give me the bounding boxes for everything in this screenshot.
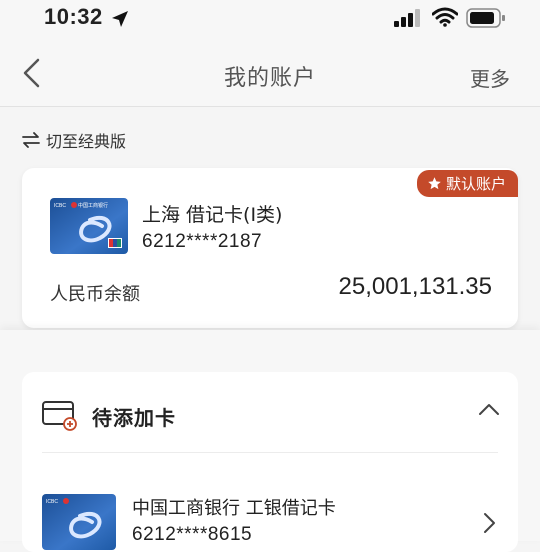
status-time: 10:32 <box>44 4 103 29</box>
cellular-signal-icon <box>394 9 420 27</box>
default-account-badge: 默认账户 <box>416 170 518 197</box>
balance-label: 人民币余额 <box>50 284 140 305</box>
chevron-up-icon[interactable] <box>478 402 500 416</box>
star-icon <box>428 177 441 190</box>
switch-classic-label: 切至经典版 <box>46 132 127 151</box>
location-arrow-icon <box>112 11 128 27</box>
pending-card-name: 中国工商银行 工银借记卡 <box>132 498 336 519</box>
page-title: 我的账户 <box>223 66 316 91</box>
swap-arrows-icon <box>22 132 40 148</box>
bank-card-image: ICBC <box>42 494 116 550</box>
switch-classic-button[interactable]: 切至经典版 <box>22 129 126 151</box>
nav-header: 我的账户 更多 <box>0 38 540 107</box>
bank-card-image: ICBC 中国工商银行 <box>50 198 128 254</box>
status-bar: 10:32 <box>0 0 540 38</box>
badge-label: 默认账户 <box>445 175 506 193</box>
account-number: 6212****2187 <box>142 231 263 252</box>
more-button[interactable]: 更多 <box>470 63 510 92</box>
balance-value: 25,001,131.35 <box>338 273 492 300</box>
account-name: 上海 借记卡(Ⅰ类) <box>142 204 283 226</box>
chevron-right-icon[interactable] <box>482 512 496 534</box>
svg-text:ICBC: ICBC <box>54 203 66 209</box>
pending-card-number: 6212****8615 <box>132 524 253 545</box>
pending-cards-section: 待添加卡 ICBC 中国工商银行 工银借记卡 6212****8615 <box>22 372 518 552</box>
section-divider <box>42 452 498 453</box>
section-title: 待添加卡 <box>92 406 176 430</box>
battery-icon <box>466 8 505 28</box>
wifi-icon <box>432 7 458 27</box>
card-brand-text: 中国工商银行 <box>78 202 108 209</box>
add-card-icon <box>42 401 77 431</box>
default-account-card[interactable]: 默认账户 ICBC 中国工商银行 上海 借记卡(Ⅰ类) 6212****2187… <box>22 168 518 328</box>
svg-text:ICBC: ICBC <box>46 499 58 505</box>
